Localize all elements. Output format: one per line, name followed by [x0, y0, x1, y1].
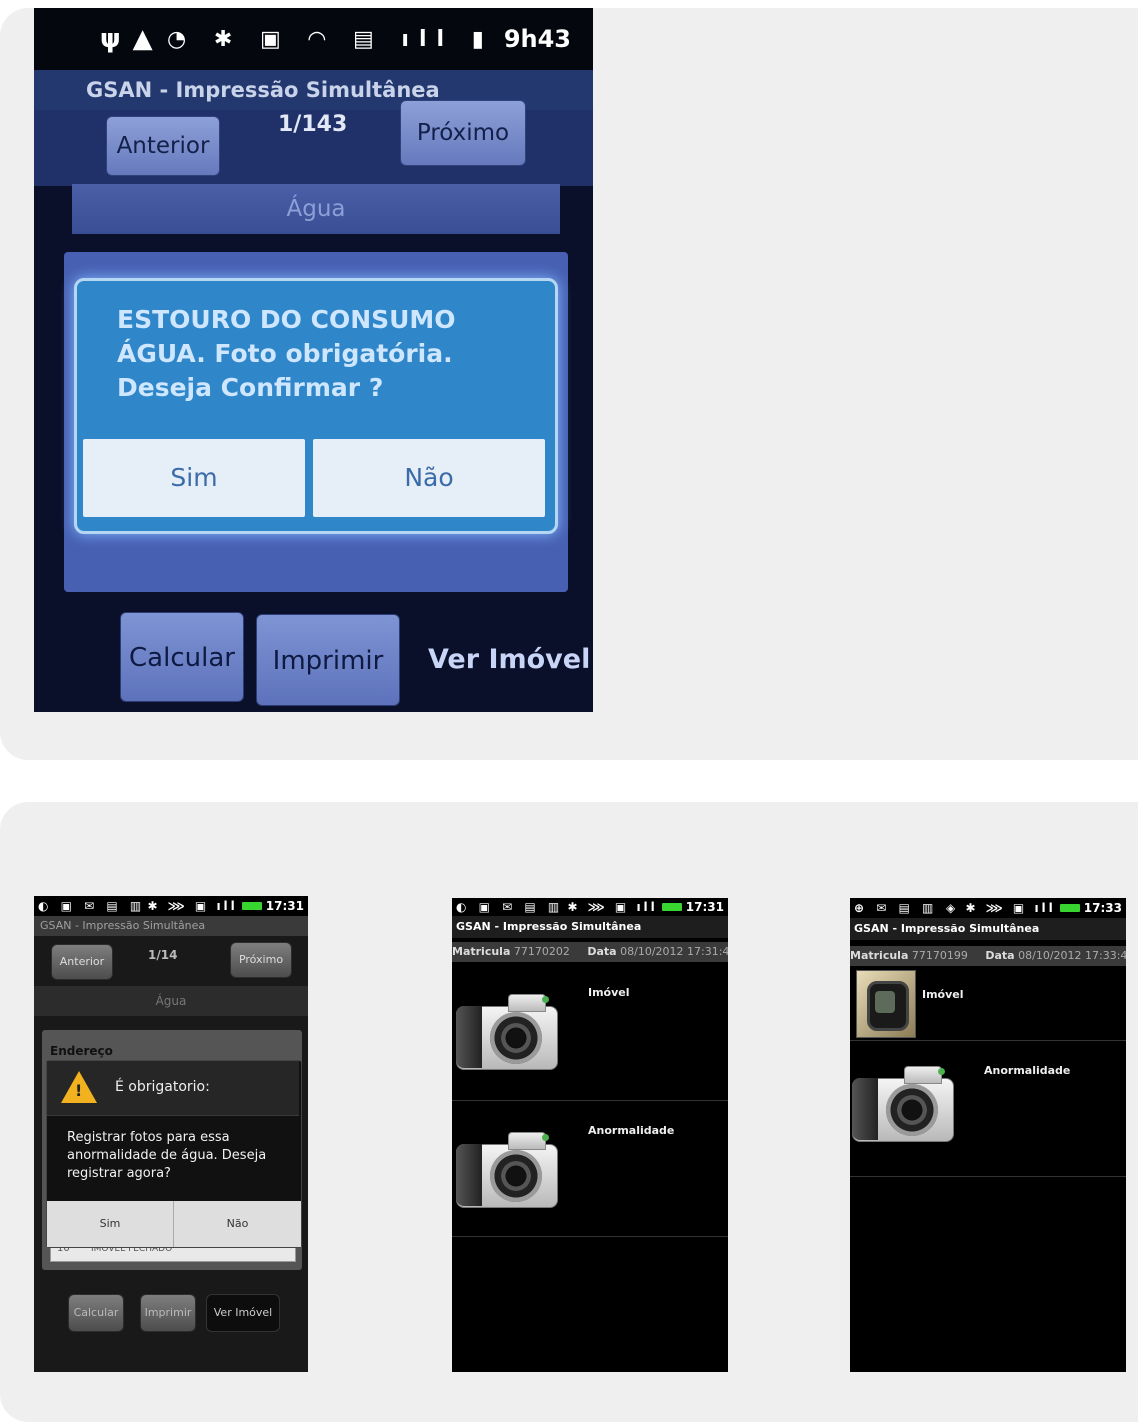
dialog-message: ESTOURO DO CONSUMO ÁGUA. Foto obrigatóri…	[117, 305, 456, 402]
prev-button[interactable]: Anterior	[51, 944, 113, 980]
status-bar: ◐ ▣ ✉ ▤ ▥ ✱ ⋙ ▣ ıll 17:31	[34, 896, 308, 916]
photo-item[interactable]: Anormalidade	[850, 1040, 1126, 1177]
data-label: Data	[587, 945, 617, 958]
page-counter: 1/14	[148, 948, 178, 962]
address-label: Endereço	[50, 1044, 113, 1058]
notification-icons: ⊕ ✉ ▤ ▥	[854, 901, 938, 915]
matricula-label: Matricula	[452, 945, 511, 958]
photo-item[interactable]: Imóvel	[452, 962, 728, 1101]
warning-icon: ▲	[132, 24, 153, 54]
calculate-button[interactable]: Calcular	[68, 1294, 124, 1332]
dialog-message: Registrar fotos para essa anormalidade d…	[67, 1130, 267, 1181]
camera-icon[interactable]	[852, 1060, 956, 1144]
view-property-button[interactable]: Ver Imóvel	[206, 1294, 280, 1332]
data-value: 08/10/2012 17:31:40	[620, 945, 728, 958]
clock: 17:31	[265, 899, 304, 913]
print-button[interactable]: Imprimir	[140, 1294, 196, 1332]
camera-icon[interactable]	[456, 1126, 560, 1210]
app-title: GSAN - Impressão Simultânea	[850, 918, 1126, 940]
info-bar: Matricula 77170202 Data 08/10/2012 17:31…	[452, 942, 728, 962]
battery-icon	[1059, 904, 1080, 912]
warning-mark: !	[75, 1081, 83, 1100]
photo-item-label: Anormalidade	[984, 1064, 1071, 1077]
photo-item[interactable]: Imóvel	[850, 966, 1126, 1041]
next-button[interactable]: Próximo	[230, 942, 292, 978]
mandatory-dialog: ! É obrigatorio: Registrar fotos para es…	[46, 1060, 302, 1248]
dialog-title: É obrigatorio:	[115, 1079, 210, 1095]
notification-icons: ◐ ▣ ✉ ▤ ▥	[38, 899, 146, 913]
matricula-value: 77170199	[911, 949, 968, 962]
photo-thumbnail[interactable]	[856, 970, 916, 1038]
status-bar: ◐ ▣ ✉ ▤ ▥ ✱ ⋙ ▣ ıll 17:31	[452, 898, 728, 916]
data-value: 08/10/2012 17:33:40	[1018, 949, 1126, 962]
clock: 9h43	[503, 25, 571, 53]
dialog-header: ! É obrigatorio:	[47, 1061, 299, 1116]
signal-icons: ✱ ⋙ ▣ ıll	[567, 900, 658, 914]
photo-item-label: Imóvel	[588, 986, 630, 999]
section-header: Água	[34, 986, 308, 1016]
clock: 17:33	[1083, 901, 1122, 915]
matricula-label: Matricula	[850, 949, 909, 962]
photo-item-label: Imóvel	[922, 988, 964, 1001]
prev-button[interactable]: Anterior	[106, 116, 220, 176]
phone-photo: ψ ▲ ◔ ✱ ▣ ◠ ▤ ıll ▮ 9h43 GSAN - Impressã…	[34, 8, 593, 712]
confirm-dialog: ESTOURO DO CONSUMO ÁGUA. Foto obrigatóri…	[74, 278, 558, 534]
matricula-value: 77170202	[513, 945, 570, 958]
dialog-no-button[interactable]: Não	[313, 439, 545, 517]
screen-photos-2: ⊕ ✉ ▤ ▥ ◈ ✱ ⋙ ▣ ıll 17:33 GSAN - Impress…	[850, 898, 1126, 1372]
battery-icon	[661, 903, 682, 911]
next-button[interactable]: Próximo	[400, 100, 526, 166]
signal-icons: ◔ ✱ ▣ ◠ ▤ ıll ▮	[167, 26, 494, 52]
usb-icon: ψ	[100, 24, 121, 54]
data-label: Data	[985, 949, 1015, 962]
view-property-button[interactable]: Ver Imóvel	[428, 644, 590, 675]
dialog-no-button[interactable]: Não	[174, 1201, 301, 1247]
dialog-yes-button[interactable]: Sim	[83, 439, 305, 517]
status-bar: ⊕ ✉ ▤ ▥ ◈ ✱ ⋙ ▣ ıll 17:33	[850, 898, 1126, 918]
screen-dialog: ◐ ▣ ✉ ▤ ▥ ✱ ⋙ ▣ ıll 17:31 GSAN - Impress…	[34, 896, 308, 1372]
dialog-yes-button[interactable]: Sim	[47, 1201, 174, 1247]
notification-icons: ◐ ▣ ✉ ▤ ▥	[456, 900, 564, 914]
page-counter: 1/143	[278, 112, 348, 137]
signal-icons: ✱ ⋙ ▣ ıll	[147, 899, 238, 913]
status-bar: ψ ▲ ◔ ✱ ▣ ◠ ▤ ıll ▮ 9h43	[34, 8, 593, 70]
photo-item[interactable]: Anormalidade	[452, 1100, 728, 1237]
battery-icon	[241, 902, 262, 910]
calculate-button[interactable]: Calcular	[120, 612, 244, 702]
photo-item-label: Anormalidade	[588, 1124, 675, 1137]
screen-photos-1: ◐ ▣ ✉ ▤ ▥ ✱ ⋙ ▣ ıll 17:31 GSAN - Impress…	[452, 898, 728, 1372]
print-button[interactable]: Imprimir	[256, 614, 400, 706]
section-header: Água	[72, 184, 560, 234]
camera-icon[interactable]	[456, 988, 560, 1072]
app-title: GSAN - Impressão Simultânea	[452, 916, 728, 938]
app-title: GSAN - Impressão Simultânea	[34, 916, 308, 936]
info-bar: Matricula 77170199 Data 08/10/2012 17:33…	[850, 946, 1126, 966]
clock: 17:31	[685, 900, 724, 914]
signal-icons: ◈ ✱ ⋙ ▣ ıll	[946, 901, 1056, 915]
